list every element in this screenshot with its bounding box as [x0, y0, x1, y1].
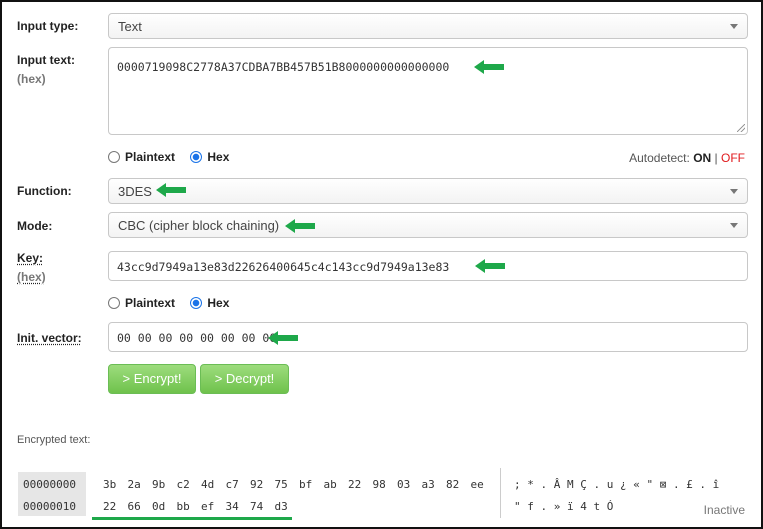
input-hex-label: Hex	[207, 150, 230, 164]
key-format-radios: Plaintext Hex	[108, 296, 241, 310]
ascii-row-0: ; * . Â M Ç . u ¿ « " ⊠ . £ . î	[514, 478, 720, 491]
hex-byte: bf	[299, 478, 313, 491]
green-arrow-icon	[285, 219, 315, 233]
hex-byte: bb	[176, 500, 190, 513]
status-text: Inactive	[703, 503, 745, 517]
ascii-row-1: " f . » ï 4 t Ó	[514, 500, 614, 513]
iv-input[interactable]: 00 00 00 00 00 00 00 00	[108, 322, 748, 352]
hex-byte: ee	[470, 478, 484, 491]
autodetect-on[interactable]: ON	[693, 151, 711, 165]
offset-row-1: 00000010	[23, 500, 76, 513]
input-text-label-text: Input text:	[17, 53, 75, 67]
hex-byte: 2a	[127, 478, 141, 491]
encrypt-button[interactable]: > Encrypt!	[108, 364, 196, 394]
input-text-value: 0000719098C2778A37CDBA7BB457B51B80000000…	[117, 60, 450, 74]
hex-byte: 66	[127, 500, 141, 513]
key-sub-label: (hex)	[17, 270, 46, 284]
key-value: 43cc9d7949a13e83d22626400645c4c143cc9d79…	[117, 260, 450, 274]
offset-row-0: 00000000	[23, 478, 76, 491]
input-hex-option[interactable]: Hex	[190, 150, 229, 164]
key-plaintext-option[interactable]: Plaintext	[108, 296, 175, 310]
radio-selected-icon[interactable]	[190, 151, 203, 163]
hex-offsets: 00000000 00000010	[18, 472, 86, 516]
autodetect-separator: |	[714, 151, 718, 165]
key-hex-label: Hex	[207, 296, 230, 310]
key-hex-option[interactable]: Hex	[190, 296, 229, 310]
input-plaintext-label: Plaintext	[125, 150, 176, 164]
hex-byte: 9b	[152, 478, 166, 491]
resize-handle-icon[interactable]	[737, 124, 745, 132]
hex-byte: 34	[225, 500, 239, 513]
key-label-text: Key:	[17, 251, 44, 265]
radio-icon[interactable]	[108, 151, 120, 163]
input-text-sub-label: (hex)	[17, 72, 46, 86]
highlight-underline	[92, 517, 292, 520]
encrypted-text-label: Encrypted text:	[17, 434, 91, 446]
input-type-value: Text	[118, 19, 142, 34]
hex-byte: 3b	[103, 478, 117, 491]
hex-ascii-divider	[500, 468, 501, 518]
hex-byte: 4d	[201, 478, 215, 491]
key-plaintext-label: Plaintext	[125, 296, 176, 310]
decrypt-button[interactable]: > Decrypt!	[200, 364, 289, 394]
green-arrow-icon	[156, 183, 186, 197]
input-type-label: Input type:	[17, 19, 79, 33]
autodetect-toggle: Autodetect: ON | OFF	[629, 151, 745, 165]
key-input[interactable]: 43cc9d7949a13e83d22626400645c4c143cc9d79…	[108, 251, 748, 281]
hex-byte: c7	[225, 478, 239, 491]
hex-byte: 74	[250, 500, 264, 513]
autodetect-off[interactable]: OFF	[721, 151, 745, 165]
chevron-down-icon	[730, 223, 738, 228]
hex-byte: 03	[397, 478, 411, 491]
hex-byte: 92	[250, 478, 264, 491]
green-arrow-icon	[268, 331, 298, 345]
hex-byte: c2	[176, 478, 190, 491]
mode-select[interactable]: CBC (cipher block chaining)	[108, 212, 748, 238]
iv-value: 00 00 00 00 00 00 00 00	[117, 331, 277, 345]
radio-selected-icon[interactable]	[190, 297, 203, 309]
function-value: 3DES	[118, 184, 152, 199]
radio-icon[interactable]	[108, 297, 120, 309]
mode-label: Mode:	[17, 219, 53, 233]
hex-byte: ef	[201, 500, 215, 513]
hex-bytes-row-1: 22 66 0d bb ef 34 74 d3	[103, 500, 299, 513]
autodetect-label: Autodetect:	[629, 151, 690, 165]
input-text-area[interactable]: 0000719098C2778A37CDBA7BB457B51B80000000…	[108, 47, 748, 135]
key-label: Key: (hex)	[17, 251, 46, 284]
hex-byte: ab	[323, 478, 337, 491]
input-text-label: Input text: (hex)	[17, 53, 75, 86]
chevron-down-icon	[730, 189, 738, 194]
mode-value: CBC (cipher block chaining)	[118, 218, 280, 233]
green-arrow-icon	[474, 60, 504, 74]
function-select[interactable]: 3DES	[108, 178, 748, 204]
green-arrow-icon	[475, 259, 505, 273]
hex-byte: 75	[274, 478, 288, 491]
hex-byte: 98	[372, 478, 386, 491]
function-label: Function:	[17, 184, 72, 198]
hex-byte: 82	[446, 478, 460, 491]
hex-byte: a3	[421, 478, 435, 491]
iv-label: Init. vector:	[17, 331, 82, 345]
chevron-down-icon	[730, 24, 738, 29]
hex-byte: 22	[348, 478, 362, 491]
input-format-radios: Plaintext Hex	[108, 150, 241, 164]
hex-byte: 22	[103, 500, 117, 513]
des-tool-panel: Input type: Text Input text: (hex) 00007…	[0, 0, 763, 529]
hex-bytes-row-0: 3b 2a 9b c2 4d c7 92 75 bf ab 22 98 03 a3 82 ee	[103, 478, 495, 491]
input-plaintext-option[interactable]: Plaintext	[108, 150, 175, 164]
hex-byte: d3	[274, 500, 288, 513]
hex-byte: 0d	[152, 500, 166, 513]
input-type-select[interactable]: Text	[108, 13, 748, 39]
